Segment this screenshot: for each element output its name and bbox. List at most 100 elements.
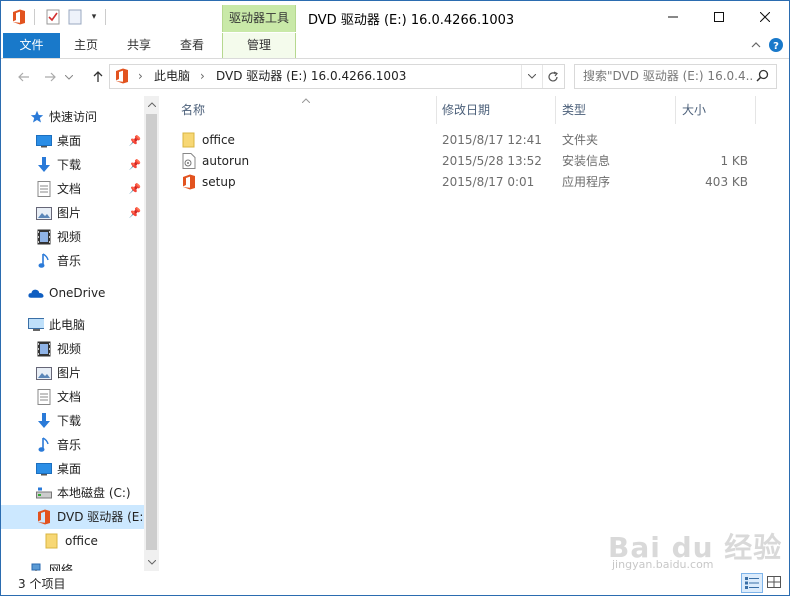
properties-icon[interactable] bbox=[44, 8, 62, 26]
status-bar: 3 个项目 bbox=[1, 571, 789, 595]
pin-icon[interactable]: 📌 bbox=[128, 157, 142, 173]
nav-item-music[interactable]: 音乐 bbox=[1, 433, 146, 457]
nav-item-videos[interactable]: 视频 bbox=[1, 225, 146, 249]
nav-scrollbar[interactable] bbox=[144, 96, 159, 571]
tab-view[interactable]: 查看 bbox=[170, 33, 214, 58]
svg-text:?: ? bbox=[773, 41, 779, 52]
file-date: 2015/8/17 0:01 bbox=[442, 175, 535, 189]
explorer-window: ▾ 驱动器工具 DVD 驱动器 (E:) 16.0.4266.1003 文件 主… bbox=[0, 0, 790, 596]
nav-label: 音乐 bbox=[57, 254, 82, 268]
nav-label: DVD 驱动器 (E: bbox=[57, 510, 144, 524]
folder-icon bbox=[44, 533, 60, 549]
nav-label: 下载 bbox=[57, 414, 82, 428]
nav-item-music[interactable]: 音乐 bbox=[1, 249, 146, 273]
nav-item-local-disk[interactable]: 本地磁盘 (C:) bbox=[1, 481, 146, 505]
documents-icon bbox=[36, 181, 52, 197]
nav-label: 下载 bbox=[57, 158, 82, 172]
music-icon bbox=[36, 437, 52, 453]
pin-icon[interactable]: 📌 bbox=[128, 205, 142, 221]
collapse-ribbon-icon[interactable] bbox=[748, 37, 764, 53]
breadcrumb-chevron-icon[interactable]: › bbox=[138, 65, 143, 88]
back-button[interactable] bbox=[15, 68, 33, 86]
refresh-icon[interactable] bbox=[542, 65, 563, 88]
details-view-button[interactable] bbox=[741, 573, 763, 593]
tab-manage[interactable]: 管理 bbox=[222, 33, 296, 58]
breadcrumb-dvd-drive[interactable]: DVD 驱动器 (E:) 16.0.4266.1003 bbox=[216, 65, 406, 88]
nav-item-pictures[interactable]: 图片 📌 bbox=[1, 201, 146, 225]
nav-item-downloads[interactable]: 下载 bbox=[1, 409, 146, 433]
column-header-date[interactable]: 修改日期 bbox=[434, 96, 554, 124]
maximize-button[interactable] bbox=[696, 1, 742, 33]
nav-item-documents[interactable]: 文档 bbox=[1, 385, 146, 409]
nav-item-office-folder[interactable]: office bbox=[1, 529, 146, 553]
file-type: 应用程序 bbox=[562, 175, 611, 189]
nav-label: 图片 bbox=[57, 206, 82, 220]
tab-share[interactable]: 共享 bbox=[117, 33, 161, 58]
nav-item-pictures[interactable]: 图片 bbox=[1, 361, 146, 385]
up-button[interactable] bbox=[89, 68, 107, 86]
scroll-up-icon[interactable] bbox=[144, 96, 159, 113]
star-icon bbox=[29, 109, 45, 125]
file-type: 安装信息 bbox=[562, 154, 611, 168]
nav-label: 快速访问 bbox=[49, 110, 98, 124]
search-placeholder: 搜索"DVD 驱动器 (E:) 16.0.4... bbox=[583, 69, 753, 83]
nav-item-desktop[interactable]: 桌面 📌 bbox=[1, 129, 146, 153]
navigation-pane: 快速访问 桌面 📌 下载 📌 文档 📌 图片 📌 视频 音乐 OneDrive … bbox=[1, 96, 158, 571]
scroll-thumb[interactable] bbox=[146, 114, 157, 550]
window-title: DVD 驱动器 (E:) 16.0.4266.1003 bbox=[308, 13, 515, 28]
scroll-down-icon[interactable] bbox=[144, 554, 159, 571]
help-icon[interactable]: ? bbox=[768, 37, 784, 53]
folder-icon bbox=[182, 132, 198, 149]
pictures-icon bbox=[36, 365, 52, 381]
nav-quick-access[interactable]: 快速访问 bbox=[1, 105, 146, 129]
column-divider[interactable] bbox=[755, 96, 756, 124]
office-app-icon[interactable] bbox=[10, 8, 28, 26]
local-disk-icon bbox=[36, 485, 52, 501]
item-count: 3 个项目 bbox=[18, 577, 66, 591]
documents-icon bbox=[36, 389, 52, 405]
nav-item-desktop[interactable]: 桌面 bbox=[1, 457, 146, 481]
breadcrumb-this-pc[interactable]: 此电脑 bbox=[154, 65, 190, 88]
nav-item-dvd-drive[interactable]: DVD 驱动器 (E: bbox=[1, 505, 146, 529]
nav-label: 文档 bbox=[57, 182, 82, 196]
breadcrumb-chevron-icon[interactable]: › bbox=[200, 65, 205, 88]
close-button[interactable] bbox=[742, 1, 788, 33]
column-header-name[interactable]: 名称 bbox=[173, 96, 436, 124]
network-icon bbox=[28, 562, 44, 571]
file-size: 403 KB bbox=[705, 175, 748, 189]
address-dropdown-icon[interactable] bbox=[521, 65, 542, 88]
address-row: › 此电脑 › DVD 驱动器 (E:) 16.0.4266.1003 搜索"D… bbox=[1, 59, 789, 95]
file-row-setup[interactable]: setup 2015/8/17 0:01 应用程序 403 KB bbox=[173, 172, 753, 193]
minimize-button[interactable] bbox=[650, 1, 696, 33]
tab-file[interactable]: 文件 bbox=[3, 33, 60, 58]
search-icon[interactable] bbox=[756, 69, 770, 83]
file-row-autorun[interactable]: autorun 2015/5/28 13:52 安装信息 1 KB bbox=[173, 151, 753, 172]
videos-icon bbox=[36, 229, 52, 245]
tab-home[interactable]: 主页 bbox=[64, 33, 108, 58]
forward-button[interactable] bbox=[41, 68, 59, 86]
recent-locations-icon[interactable] bbox=[63, 68, 75, 86]
pin-icon[interactable]: 📌 bbox=[128, 133, 142, 149]
nav-item-this-pc[interactable]: 此电脑 bbox=[1, 313, 146, 337]
nav-label: 桌面 bbox=[57, 134, 82, 148]
videos-icon bbox=[36, 341, 52, 357]
large-icons-view-button[interactable] bbox=[764, 573, 784, 591]
nav-item-videos[interactable]: 视频 bbox=[1, 337, 146, 361]
new-folder-icon[interactable] bbox=[66, 8, 84, 26]
nav-item-network[interactable]: 网络 bbox=[1, 558, 146, 571]
nav-item-downloads[interactable]: 下载 📌 bbox=[1, 153, 146, 177]
separator bbox=[105, 9, 106, 25]
office-dvd-icon bbox=[36, 509, 52, 525]
column-header-type[interactable]: 类型 bbox=[554, 96, 674, 124]
address-bar[interactable]: › 此电脑 › DVD 驱动器 (E:) 16.0.4266.1003 bbox=[109, 64, 565, 89]
search-input[interactable]: 搜索"DVD 驱动器 (E:) 16.0.4... bbox=[574, 64, 777, 89]
column-header-size[interactable]: 大小 bbox=[674, 96, 754, 124]
nav-item-documents[interactable]: 文档 📌 bbox=[1, 177, 146, 201]
nav-label: 桌面 bbox=[57, 462, 82, 476]
file-row-office[interactable]: office 2015/8/17 12:41 文件夹 bbox=[173, 130, 753, 151]
customize-qat-icon[interactable]: ▾ bbox=[87, 8, 101, 26]
desktop-icon bbox=[36, 461, 52, 477]
nav-item-onedrive[interactable]: OneDrive bbox=[1, 281, 146, 305]
pictures-icon bbox=[36, 205, 52, 221]
pin-icon[interactable]: 📌 bbox=[128, 181, 142, 197]
